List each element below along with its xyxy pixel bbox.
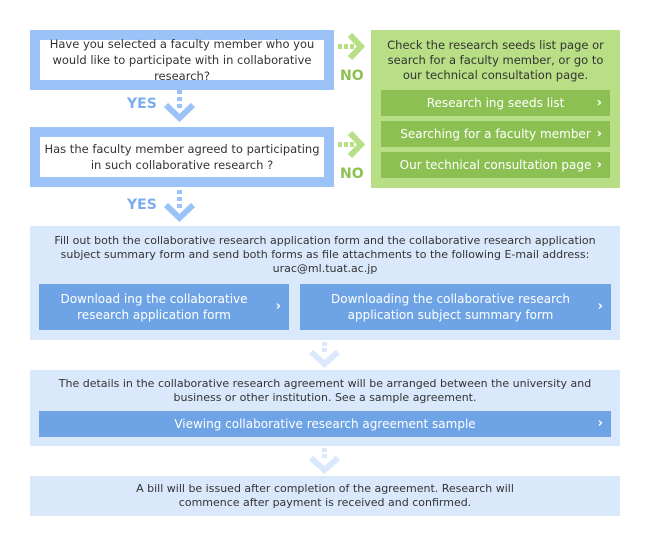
down-arrow-icon-2	[309, 448, 340, 475]
download-summary-form-button[interactable]: Downloading the collaborative research a…	[300, 284, 611, 330]
technical-consultation-label: Our technical consultation page	[399, 158, 592, 172]
yes-arrow-icon-1	[163, 90, 196, 123]
research-seeds-list-label: Research ing seeds list	[426, 96, 565, 110]
yes-label-1: YES	[127, 96, 157, 112]
chevron-right-icon: ›	[596, 157, 602, 173]
question-box-2: Has the faculty member agreed to partici…	[30, 127, 334, 187]
view-agreement-sample-button[interactable]: Viewing collaborative research agreement…	[39, 411, 611, 437]
search-faculty-member-button[interactable]: Searching for a faculty member ›	[381, 121, 610, 147]
bill-step-text: A bill will be issued after completion o…	[136, 482, 514, 509]
down-arrow-icon-1	[309, 342, 340, 369]
question-2-text: Has the faculty member agreed to partici…	[40, 137, 324, 177]
download-application-form-label: Download ing the collaborative research …	[60, 292, 248, 322]
application-step-panel: Fill out both the collaborative research…	[30, 226, 620, 340]
search-faculty-member-label: Searching for a faculty member	[400, 127, 591, 141]
view-agreement-sample-label: Viewing collaborative research agreement…	[174, 417, 476, 431]
chevron-right-icon: ›	[275, 299, 281, 314]
technical-consultation-button[interactable]: Our technical consultation page ›	[381, 152, 610, 178]
chevron-right-icon: ›	[596, 95, 602, 111]
no-arrow-icon-2	[338, 130, 366, 159]
no-panel-text: Check the research seeds list page or se…	[387, 38, 604, 82]
chevron-right-icon: ›	[596, 126, 602, 142]
no-label-1: NO	[340, 68, 364, 84]
no-label-2: NO	[340, 166, 364, 182]
agreement-step-panel: The details in the collaborative researc…	[30, 370, 620, 446]
no-arrow-icon-1	[338, 32, 366, 61]
question-1-text: Have you selected a faculty member who y…	[40, 37, 324, 83]
chevron-right-icon: ›	[597, 416, 603, 431]
yes-arrow-icon-2	[163, 190, 196, 223]
yes-label-2: YES	[127, 197, 157, 213]
research-seeds-list-button[interactable]: Research ing seeds list ›	[381, 90, 610, 116]
application-step-text: Fill out both the collaborative research…	[54, 234, 596, 275]
agreement-step-text: The details in the collaborative researc…	[58, 377, 592, 404]
bill-step-panel: A bill will be issued after completion o…	[30, 476, 620, 516]
question-box-1: Have you selected a faculty member who y…	[30, 30, 334, 90]
no-panel: Check the research seeds list page or se…	[371, 30, 620, 188]
chevron-right-icon: ›	[597, 299, 603, 314]
download-summary-form-label: Downloading the collaborative research a…	[331, 292, 570, 322]
download-application-form-button[interactable]: Download ing the collaborative research …	[39, 284, 289, 330]
